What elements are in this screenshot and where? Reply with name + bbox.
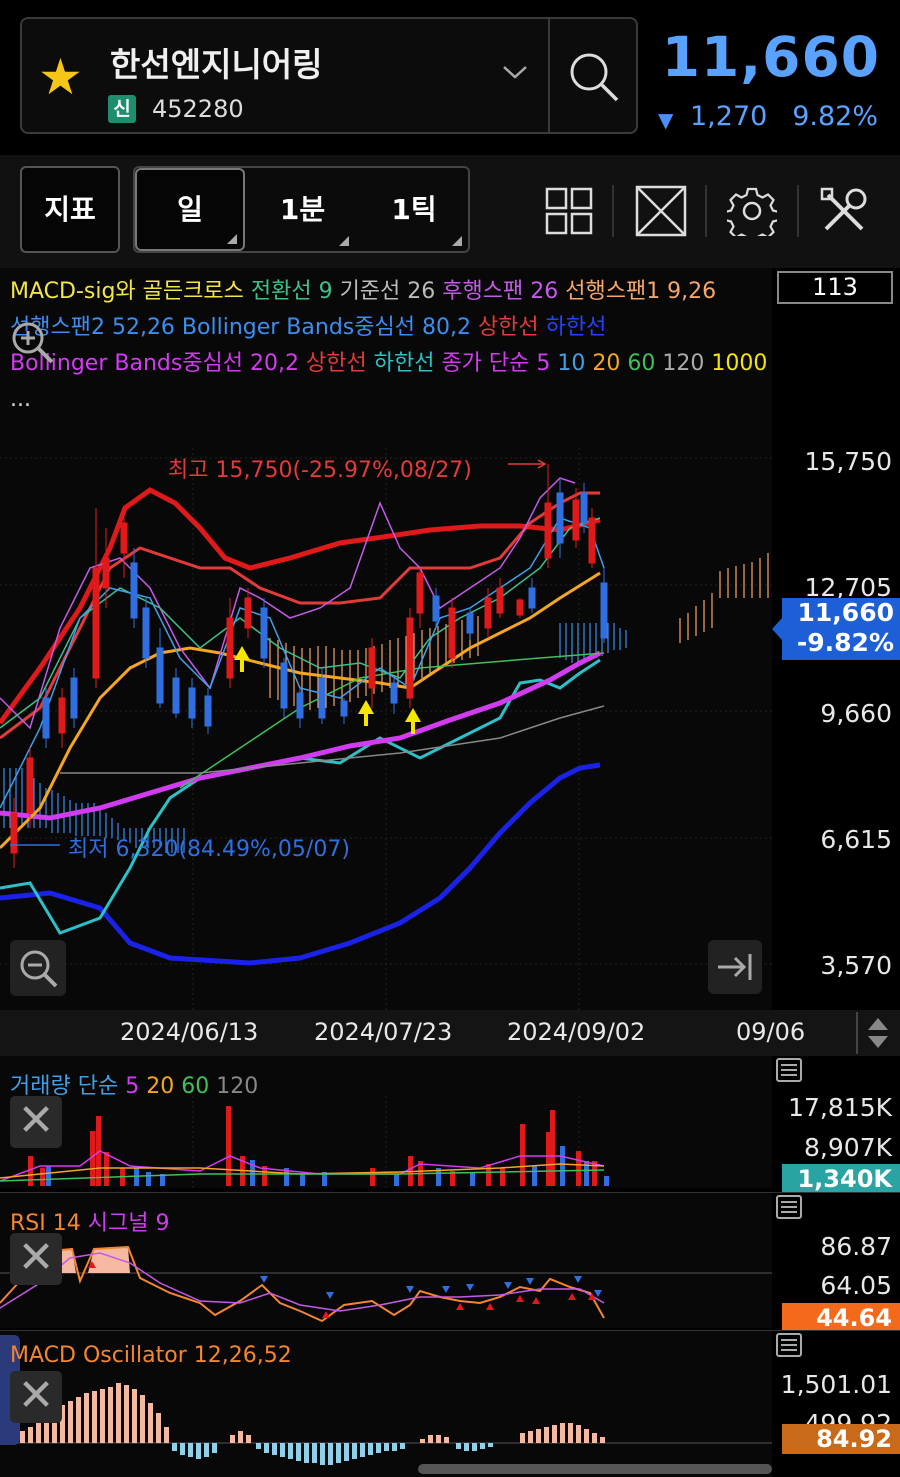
horizontal-scrollbar[interactable] xyxy=(418,1464,772,1474)
rsi-tag: 44.64 xyxy=(782,1303,900,1333)
new-listing-badge: 신 xyxy=(108,95,136,123)
current-pct-tag-value: -9.82% xyxy=(796,628,894,657)
volume-tick: 8,907K xyxy=(804,1133,892,1162)
chevron-down-icon[interactable] xyxy=(500,55,530,90)
period-1tick-tab[interactable]: 1틱 xyxy=(360,168,468,251)
price-change-pct: 9.82% xyxy=(792,101,878,132)
divider xyxy=(612,185,614,237)
rsi-axis: 86.87 64.05 44.64 xyxy=(772,1192,900,1333)
legend-item: 전환선 9 xyxy=(243,279,333,304)
indicator-legend[interactable]: MACD-sig와 골든크로스 전환선 9 기준선 26 후행스팬 26 선행스… xyxy=(10,274,767,418)
legend-item: 종가 단순 5 xyxy=(434,351,551,376)
low-price-label: 최저 6,320(84.49%,05/07) xyxy=(68,837,350,862)
legend-item: 기준선 26 xyxy=(332,279,436,304)
macd-panel[interactable]: MACD Oscillator 12,26,52 ✕ xyxy=(0,1330,772,1477)
price-chart[interactable]: MACD-sig와 골든크로스 전환선 9 기준선 26 후행스팬 26 선행스… xyxy=(0,268,772,1010)
legend-item: 선행스팬1 9,26 xyxy=(558,279,717,304)
bb80-lower xyxy=(0,762,601,966)
rsi-tick: 64.05 xyxy=(820,1271,892,1300)
divider xyxy=(705,185,707,237)
price-tick: 9,660 xyxy=(820,699,892,728)
current-price: 11,660 xyxy=(661,25,880,89)
header: ★ 한선엔지니어링 신 452280 11,660 ▼ 1,270 9.82% xyxy=(0,0,900,155)
volume-panel[interactable]: 거래량 단순 5 20 60 120 ✕ xyxy=(0,1056,772,1188)
price-tick: 3,570 xyxy=(820,951,892,980)
price-axis[interactable]: 113 15,750 12,705 9,660 6,615 3,570 11,6… xyxy=(772,268,900,1010)
menu-icon[interactable] xyxy=(776,1195,802,1219)
rsi-tick: 86.87 xyxy=(820,1232,892,1261)
divider xyxy=(548,17,550,134)
bb20-center xyxy=(0,650,602,821)
current-price-tag-value: 11,660 xyxy=(797,598,894,627)
legend-item: MACD-sig와 골든크로스 xyxy=(10,279,244,304)
date-tick: 09/06 xyxy=(736,1018,806,1046)
legend-item: 하한선 xyxy=(538,315,607,340)
search-icon[interactable] xyxy=(565,48,623,110)
zoom-out-icon[interactable] xyxy=(10,940,66,996)
menu-icon[interactable] xyxy=(776,1333,802,1357)
legend-item: Bollinger Bands중심선 80,2 xyxy=(174,315,471,340)
stock-code: 452280 xyxy=(152,95,244,123)
legend-item: 상한선 xyxy=(470,315,539,340)
macd-legend[interactable]: MACD Oscillator 12,26,52 xyxy=(10,1343,292,1368)
legend-item: 20 xyxy=(585,351,621,376)
close-rsi-icon[interactable]: ✕ xyxy=(10,1233,62,1285)
legend-item: 1000 xyxy=(704,351,768,376)
period-1min-tab[interactable]: 1분 xyxy=(250,168,355,251)
current-price-tag: 11,660 -9.82% xyxy=(772,598,900,660)
indicator-button[interactable]: 지표 xyxy=(20,166,120,253)
legend-item: 120 xyxy=(655,351,705,376)
macd-axis: 1,501.01 499.92 84.92 xyxy=(772,1330,900,1477)
layout-grid-icon[interactable] xyxy=(545,187,593,239)
chart-toolbar: 지표 일 1분 1틱 xyxy=(0,155,900,268)
volume-axis: 17,815K 8,907K 1,340K xyxy=(772,1056,900,1194)
legend-more[interactable]: ... xyxy=(10,382,767,418)
high-price-label: 최고 15,750(-25.97%,08/27) xyxy=(168,458,472,483)
candle-count-box[interactable]: 113 xyxy=(777,271,893,304)
period-day-tab[interactable]: 일 xyxy=(135,168,245,251)
legend-item: 10 xyxy=(550,351,586,376)
volume-tick: 17,815K xyxy=(788,1093,892,1122)
down-triangle-icon: ▼ xyxy=(658,108,674,132)
legend-item: 60 xyxy=(620,351,656,376)
zoom-in-icon[interactable] xyxy=(8,318,58,372)
legend-item: 하한선 xyxy=(366,351,435,376)
favorite-star-icon[interactable]: ★ xyxy=(38,52,83,102)
menu-icon[interactable] xyxy=(776,1058,802,1082)
stock-name[interactable]: 한선엔지니어링 xyxy=(110,38,323,86)
price-change: 1,270 xyxy=(690,101,768,132)
legend-item: 상한선 xyxy=(299,351,367,376)
close-volume-icon[interactable]: ✕ xyxy=(10,1096,62,1148)
gear-icon[interactable] xyxy=(723,186,781,245)
rsi-panel[interactable]: RSI 14 시그널 9 ✕ xyxy=(0,1192,772,1328)
price-tick: 6,615 xyxy=(820,825,892,854)
scroll-to-latest-icon[interactable] xyxy=(708,940,762,994)
macd-tag: 84.92 xyxy=(782,1424,900,1454)
volume-tag: 1,340K xyxy=(782,1164,900,1194)
date-tick: 2024/07/23 xyxy=(314,1018,453,1046)
date-tick: 2024/09/02 xyxy=(507,1018,646,1046)
macd-tick: 1,501.01 xyxy=(780,1370,892,1399)
legend-item: 후행스팬 26 xyxy=(435,279,559,304)
close-macd-icon[interactable]: ✕ xyxy=(10,1371,62,1423)
divider xyxy=(797,185,799,237)
date-tick: 2024/06/13 xyxy=(120,1018,259,1046)
fullscreen-icon[interactable] xyxy=(635,185,687,241)
divider xyxy=(856,1012,858,1054)
resize-updown-icon[interactable] xyxy=(866,1016,890,1054)
tools-icon[interactable] xyxy=(818,185,870,241)
price-tick: 15,750 xyxy=(804,447,892,476)
